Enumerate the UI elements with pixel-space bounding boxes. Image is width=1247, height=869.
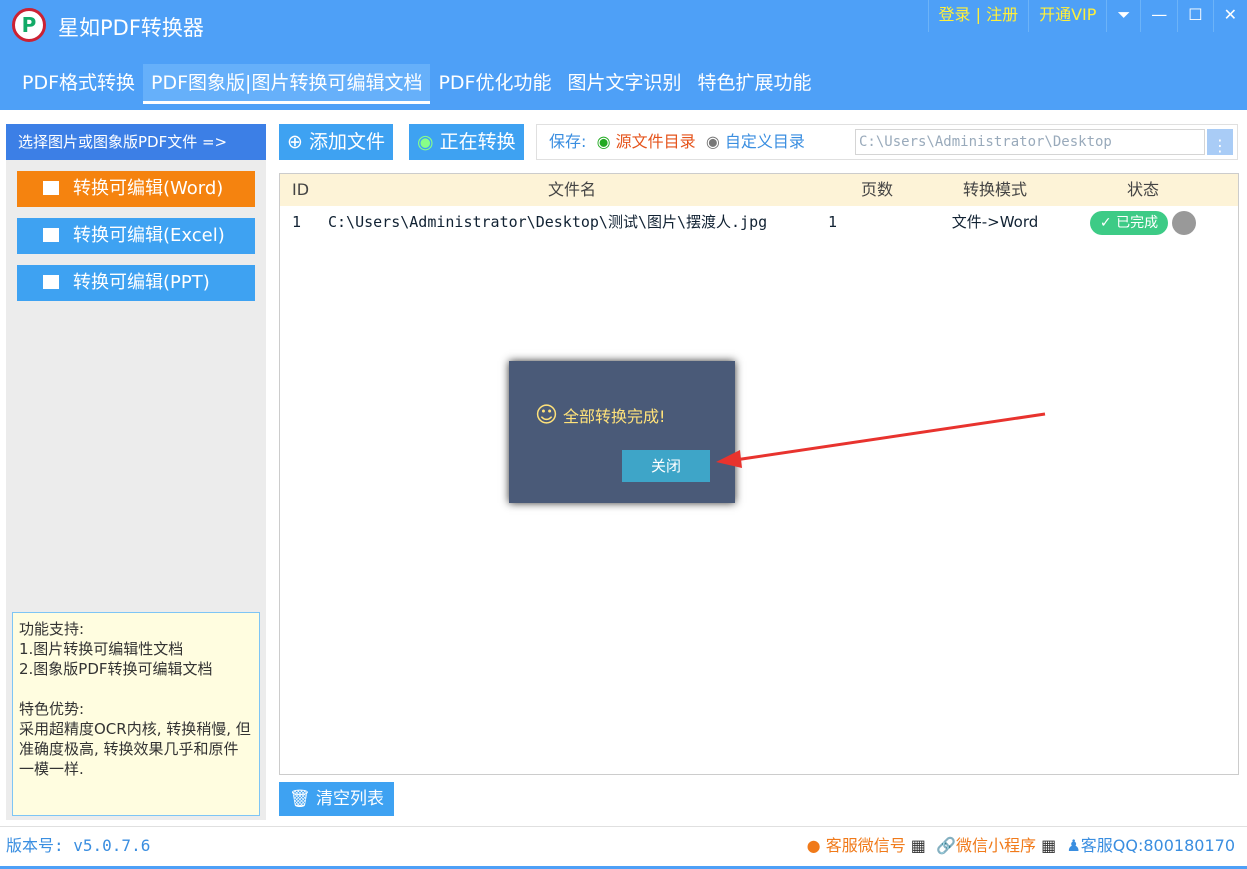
footer: 版本号: v5.0.7.6 ● 客服微信号 ▦ 🔗微信小程序 ▦ ♟客服QQ:8… bbox=[0, 826, 1247, 869]
qr-code-icon[interactable]: ▦ bbox=[1041, 836, 1056, 855]
version-text: 版本号: v5.0.7.6 bbox=[6, 836, 151, 855]
wechat-link[interactable]: ● 客服微信号 ▦ bbox=[807, 836, 926, 855]
link-label: 微信小程序 bbox=[956, 836, 1037, 855]
qq-icon: ♟ bbox=[1066, 836, 1081, 855]
qq-number[interactable]: 800180170 bbox=[1143, 836, 1235, 855]
miniapp-link[interactable]: 🔗微信小程序 ▦ bbox=[931, 836, 1056, 855]
link-label: 客服微信号 bbox=[825, 836, 906, 855]
annotation-arrow bbox=[716, 412, 1046, 468]
qr-code-icon[interactable]: ▦ bbox=[911, 836, 926, 855]
qq-label: 客服QQ: bbox=[1080, 836, 1144, 855]
